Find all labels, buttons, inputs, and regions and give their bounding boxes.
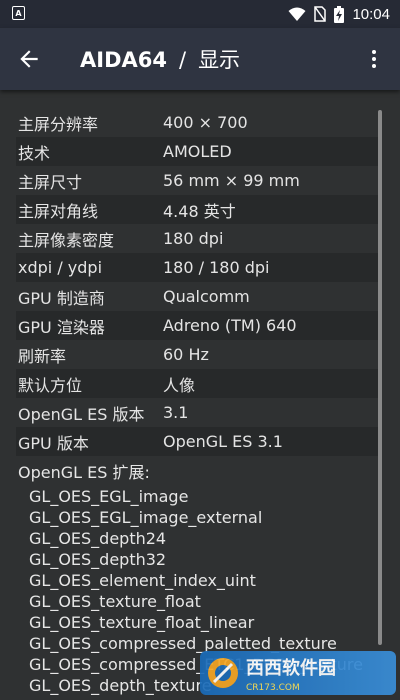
notification-icon: A (12, 6, 25, 20)
row-label: OpenGL ES 版本 (18, 404, 145, 424)
watermark-logo-icon (208, 658, 238, 688)
info-row-opengl-version: OpenGL ES 版本 3.1 (16, 398, 378, 427)
watermark-badge: 西西软件园 CR173.COM (200, 651, 396, 695)
info-row-gpu-version: GPU 版本 OpenGL ES 3.1 (16, 427, 378, 456)
app-bar: AIDA64 / 显示 (0, 28, 400, 90)
display-info-list[interactable]: 主屏分辨率 400 × 700 技术 AMOLED 主屏尺寸 56 mm × 99 m… (16, 108, 378, 700)
row-value: 3.1 (163, 403, 189, 422)
row-value: Adreno (TM) 640 (163, 316, 297, 335)
section-name: 显示 (198, 48, 241, 72)
more-options-icon[interactable] (362, 46, 386, 72)
info-row-diagonal: 主屏对角线 4.48 英寸 (16, 195, 378, 224)
row-label: xdpi / ydpi (18, 258, 103, 277)
info-row-xdpi-ydpi: xdpi / ydpi 180 / 180 dpi (16, 253, 378, 282)
battery-charging-icon (334, 5, 345, 23)
info-row-technology: 技术 AMOLED (16, 137, 378, 166)
app-name: AIDA64 (80, 48, 167, 72)
row-value: 400 × 700 (163, 113, 248, 132)
extension-item: GL_OES_texture_float_linear (29, 613, 255, 632)
extension-item: GL_OES_texture_float (29, 592, 201, 611)
row-value: 60 Hz (163, 345, 209, 364)
info-row-gpu-renderer: GPU 渲染器 Adreno (TM) 640 (16, 311, 378, 340)
extension-item: GL_OES_EGL_image (29, 487, 189, 506)
extension-item: GL_OES_element_index_uint (29, 571, 256, 590)
status-bar: A 10:04 (0, 0, 400, 28)
row-value: 180 dpi (163, 229, 224, 248)
info-row-gpu-vendor: GPU 制造商 Qualcomm (16, 282, 378, 311)
back-arrow-icon[interactable] (16, 46, 42, 72)
row-value: Qualcomm (163, 287, 250, 306)
row-label: GPU 制造商 (18, 288, 105, 308)
row-value: OpenGL ES 3.1 (163, 432, 283, 451)
wifi-icon (288, 7, 306, 21)
row-value: 人像 (163, 375, 196, 395)
row-label: GPU 版本 (18, 433, 89, 453)
no-sim-icon (314, 6, 327, 22)
scrollbar[interactable] (378, 110, 382, 645)
row-value: 180 / 180 dpi (163, 258, 270, 277)
row-label: 刷新率 (18, 346, 67, 366)
info-row-resolution: 主屏分辨率 400 × 700 (16, 108, 378, 137)
extension-item: GL_OES_depth24 (29, 529, 167, 548)
row-value: 56 mm × 99 mm (163, 171, 300, 190)
info-row-size: 主屏尺寸 56 mm × 99 mm (16, 166, 378, 195)
row-label: 主屏分辨率 (18, 114, 99, 134)
row-label: 技术 (18, 143, 51, 163)
row-value: AMOLED (163, 142, 232, 161)
extension-item: GL_OES_EGL_image_external (29, 508, 263, 527)
watermark-domain: CR173.COM (246, 682, 300, 693)
notification-letter: A (15, 8, 22, 18)
watermark-name: 西西软件园 (246, 657, 336, 679)
row-label: 默认方位 (18, 375, 83, 395)
row-label: 主屏对角线 (18, 201, 99, 221)
info-row-pixel-density: 主屏像素密度 180 dpi (16, 224, 378, 253)
row-label: 主屏尺寸 (18, 172, 83, 192)
row-value: 4.48 英寸 (163, 201, 236, 221)
row-label: GPU 渲染器 (18, 317, 105, 337)
extension-item: GL_OES_depth32 (29, 550, 167, 569)
info-row-orientation: 默认方位 人像 (16, 369, 378, 398)
extensions-header: OpenGL ES 扩展: (18, 463, 150, 482)
page-title: AIDA64 / 显示 (80, 44, 240, 74)
clock: 10:04 (352, 5, 390, 23)
row-label: 主屏像素密度 (18, 230, 115, 250)
title-separator: / (178, 48, 187, 72)
info-row-refresh-rate: 刷新率 60 Hz (16, 340, 378, 369)
